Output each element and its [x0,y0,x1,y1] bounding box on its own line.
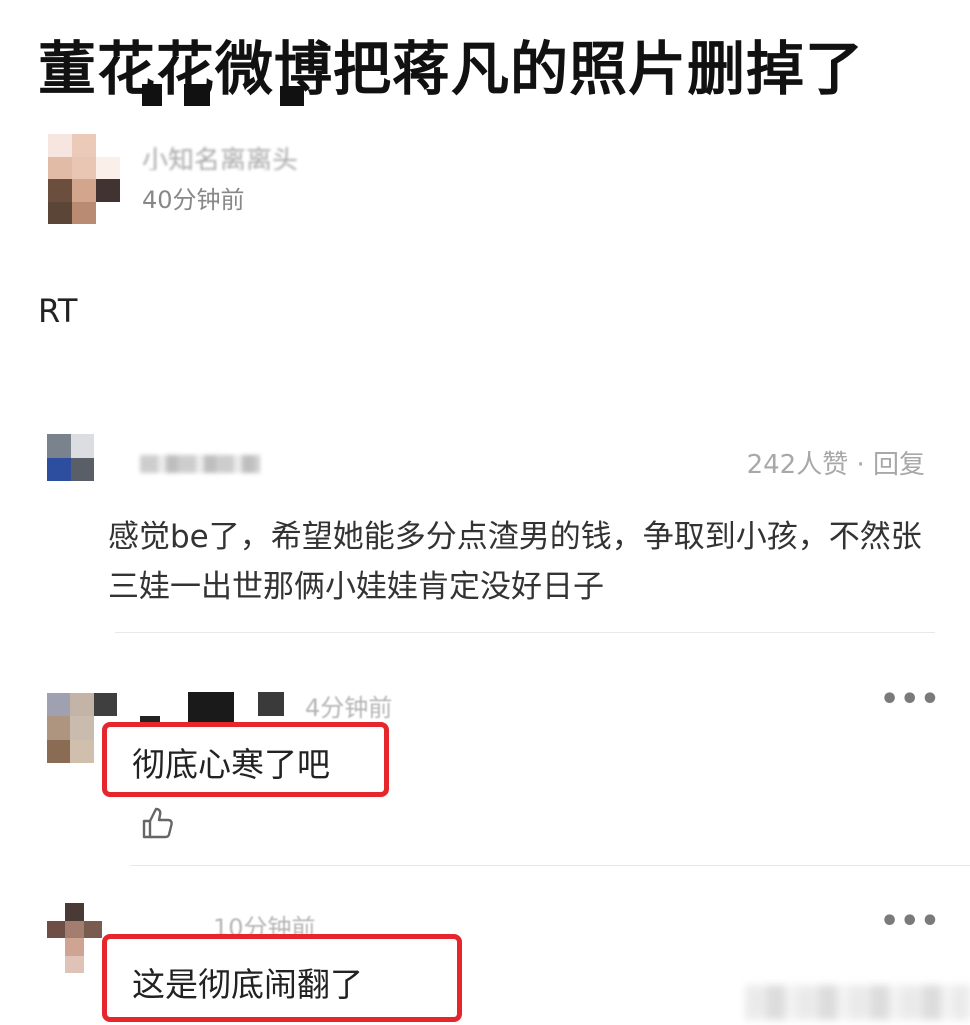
comment-divider [115,632,935,633]
more-options-icon[interactable]: ••• [880,907,941,937]
post-body: RT [38,292,78,330]
commenter-avatar[interactable] [47,903,102,973]
post-timestamp: 40分钟前 [142,186,245,214]
thumbs-up-icon[interactable] [138,803,178,843]
comment-timestamp: 4分钟前 [305,694,393,722]
comment-text: 这是彻底闹翻了 [132,965,363,1004]
title-redaction [280,86,304,106]
more-options-icon[interactable]: ••• [880,685,941,715]
comment-text: 感觉be了，希望她能多分点渣男的钱，争取到小孩，不然张三娃一出世那俩小娃娃肯定没… [108,519,922,605]
blurred-watermark [745,985,970,1020]
commenter-name-redacted [140,455,260,473]
title-redaction [184,84,210,106]
author-avatar[interactable] [48,134,120,224]
comment-divider [130,865,970,866]
title-redaction [142,84,162,106]
author-name[interactable]: 小知名离离头 [142,140,298,170]
comment-likes-reply[interactable]: 242人赞 · 回复 [747,444,925,481]
commenter-avatar[interactable] [47,434,94,481]
commenter-name-redacted [188,692,234,724]
comment-text: 彻底心寒了吧 [132,745,330,784]
commenter-name-redacted [258,692,284,716]
